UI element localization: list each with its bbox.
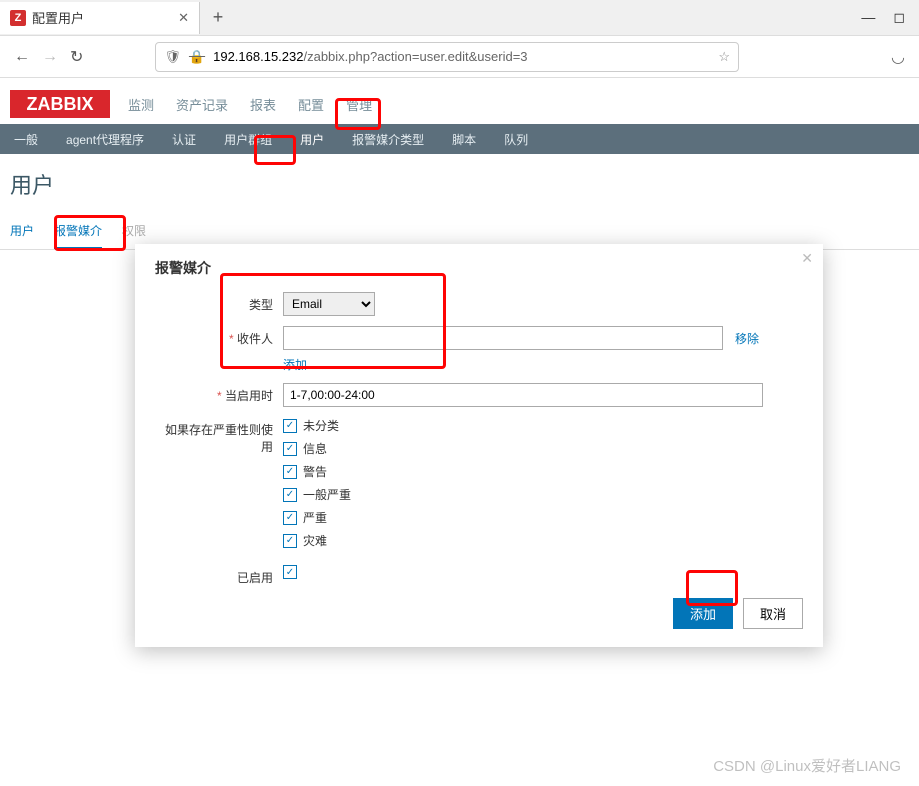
shield-icon[interactable]: 🛡 <box>164 49 181 65</box>
subnav-users[interactable]: 用户 <box>296 125 328 154</box>
subnav-auth[interactable]: 认证 <box>168 125 200 154</box>
lock-icon[interactable]: 🔒 <box>189 49 205 65</box>
sev-warning: 警告 <box>303 463 327 480</box>
zabbix-logo[interactable]: ZABBIX <box>10 90 110 118</box>
favicon-zabbix: Z <box>10 10 26 26</box>
window-controls: — ◻ <box>861 9 919 26</box>
sev-notclassified: 未分类 <box>303 417 339 434</box>
sev-high: 严重 <box>303 509 327 526</box>
subnav-general[interactable]: 一般 <box>10 125 42 154</box>
bookmark-star-icon[interactable]: ☆ <box>718 49 730 65</box>
new-tab-button[interactable]: + <box>200 7 236 28</box>
recipient-input[interactable] <box>283 326 723 350</box>
checkbox-high[interactable]: ✓ <box>283 511 297 525</box>
browser-tab[interactable]: Z 配置用户 ✕ <box>0 2 200 34</box>
nav-inventory[interactable]: 资产记录 <box>176 95 228 114</box>
checkbox-notclassified[interactable]: ✓ <box>283 419 297 433</box>
nav-reports[interactable]: 报表 <box>250 95 276 114</box>
media-modal: ✕ 报警媒介 类型 Email 收件人 移除 添加 当启用时 如果存在严重性则使… <box>135 244 823 647</box>
when-input[interactable] <box>283 383 763 407</box>
sev-disaster: 灾难 <box>303 532 327 549</box>
top-nav: 监测 资产记录 报表 配置 管理 <box>128 95 372 124</box>
maximize-icon[interactable]: ◻ <box>893 9 905 26</box>
type-label: 类型 <box>155 292 283 313</box>
zabbix-header: ZABBIX 监测 资产记录 报表 配置 管理 <box>0 78 919 124</box>
nav-administration[interactable]: 管理 <box>346 95 372 114</box>
sub-nav: 一般 agent代理程序 认证 用户群组 用户 报警媒介类型 脚本 队列 <box>0 124 919 154</box>
checkbox-warning[interactable]: ✓ <box>283 465 297 479</box>
minimize-icon[interactable]: — <box>861 9 875 26</box>
tab-close-icon[interactable]: ✕ <box>178 10 189 26</box>
subnav-mediatypes[interactable]: 报警媒介类型 <box>348 125 428 154</box>
tab-title: 配置用户 <box>32 8 84 27</box>
checkbox-disaster[interactable]: ✓ <box>283 534 297 548</box>
browser-tab-bar: Z 配置用户 ✕ + — ◻ <box>0 0 919 36</box>
modal-title: 报警媒介 <box>155 254 803 292</box>
svg-text:ZABBIX: ZABBIX <box>27 94 94 114</box>
pocket-icon[interactable]: ◡ <box>891 47 905 67</box>
watermark: CSDN @Linux爱好者LIANG <box>713 755 901 776</box>
cancel-button[interactable]: 取消 <box>743 598 803 629</box>
checkbox-enabled[interactable]: ✓ <box>283 565 297 579</box>
tab-user[interactable]: 用户 <box>10 214 34 249</box>
checkbox-average[interactable]: ✓ <box>283 488 297 502</box>
subnav-proxies[interactable]: agent代理程序 <box>62 125 148 154</box>
forward-button[interactable]: → <box>42 48 58 66</box>
nav-configuration[interactable]: 配置 <box>298 95 324 114</box>
sev-information: 信息 <box>303 440 327 457</box>
enabled-label: 已启用 <box>155 565 283 586</box>
nav-monitoring[interactable]: 监测 <box>128 95 154 114</box>
add-recipient-link[interactable]: 添加 <box>283 356 759 373</box>
sev-average: 一般严重 <box>303 486 351 503</box>
severity-label: 如果存在严重性则使用 <box>155 417 283 455</box>
address-bar: ← → ↻ 🛡 🔒 192.168.15.232/zabbix.php?acti… <box>0 36 919 78</box>
recipient-label: 收件人 <box>155 326 283 347</box>
type-select[interactable]: Email <box>283 292 375 316</box>
modal-close-icon[interactable]: ✕ <box>801 250 813 267</box>
remove-recipient-link[interactable]: 移除 <box>735 330 759 347</box>
checkbox-information[interactable]: ✓ <box>283 442 297 456</box>
when-label: 当启用时 <box>155 383 283 404</box>
add-button[interactable]: 添加 <box>673 598 733 629</box>
subnav-usergroups[interactable]: 用户群组 <box>220 125 276 154</box>
back-button[interactable]: ← <box>14 48 30 66</box>
tab-media[interactable]: 报警媒介 <box>54 214 102 249</box>
subnav-queue[interactable]: 队列 <box>500 125 532 154</box>
url-input[interactable]: 🛡 🔒 192.168.15.232/zabbix.php?action=use… <box>155 42 739 72</box>
reload-button[interactable]: ↻ <box>70 47 83 67</box>
url-text: 192.168.15.232/zabbix.php?action=user.ed… <box>213 49 527 64</box>
subnav-scripts[interactable]: 脚本 <box>448 125 480 154</box>
page-title: 用户 <box>0 154 919 214</box>
